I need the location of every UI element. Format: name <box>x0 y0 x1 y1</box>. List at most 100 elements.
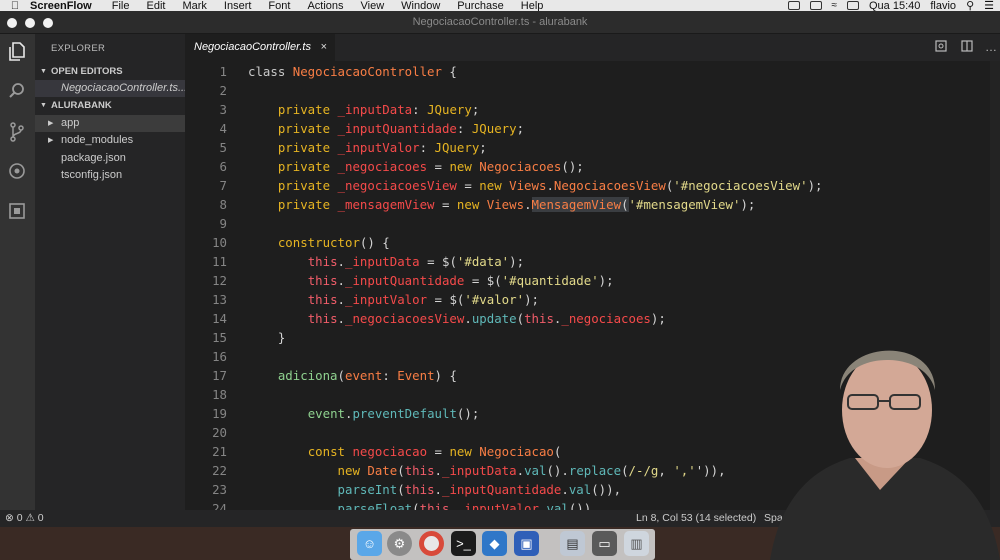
problems-status[interactable]: ⊗ 0 ⚠ 0 <box>5 510 44 527</box>
code-line[interactable]: 6 private _negociacoes = new Negociacoes… <box>185 157 1000 176</box>
project-section[interactable]: ▼ ALURABANK <box>35 97 185 114</box>
menu-view[interactable]: View <box>361 0 385 11</box>
line-number: 1 <box>219 64 227 79</box>
clock[interactable]: Qua 15:40 <box>869 0 920 11</box>
code-token: : <box>412 102 428 117</box>
extensions-icon[interactable] <box>6 202 28 224</box>
menu-edit[interactable]: Edit <box>146 0 165 11</box>
open-editors-section[interactable]: ▼ OPEN EDITORS <box>35 63 185 80</box>
code-token: . <box>337 292 345 307</box>
tab-negociacao-controller[interactable]: NegociacaoController.ts × <box>185 34 335 61</box>
line-number: 9 <box>219 216 227 231</box>
source-control-icon[interactable] <box>6 122 28 144</box>
menu-mark[interactable]: Mark <box>182 0 206 11</box>
more-actions-icon[interactable]: … <box>984 40 998 54</box>
apple-icon[interactable]:  <box>0 0 30 11</box>
chrome-icon[interactable] <box>419 531 444 556</box>
tree-item-package-json[interactable]: package.json <box>35 150 185 167</box>
tree-item-app[interactable]: ▶ app <box>35 115 185 132</box>
code-token: const <box>307 444 353 459</box>
open-changes-icon[interactable] <box>934 40 948 54</box>
tab-label: NegociacaoController.ts <box>194 41 311 53</box>
code-line[interactable]: 2 <box>185 81 1000 100</box>
code-token: . <box>546 178 554 193</box>
code-line[interactable]: 5 private _inputValor: JQuery; <box>185 138 1000 157</box>
terminal-icon[interactable]: >_ <box>451 531 476 556</box>
menu-purchase[interactable]: Purchase <box>457 0 503 11</box>
split-editor-icon[interactable] <box>960 40 974 54</box>
display-icon[interactable] <box>809 1 822 10</box>
network-icon[interactable]: ▭ <box>592 531 617 556</box>
menu-font[interactable]: Font <box>268 0 290 11</box>
line-number: 17 <box>212 368 227 383</box>
code-token: new <box>449 159 480 174</box>
close-icon[interactable]: × <box>321 34 327 61</box>
system-preferences-icon[interactable]: ⚙ <box>387 531 412 556</box>
code-token: { <box>441 64 457 79</box>
tree-item-tsconfig-json[interactable]: tsconfig.json <box>35 167 185 184</box>
code-token: /-/g <box>628 463 659 478</box>
code-line[interactable]: 3 private _inputData: JQuery; <box>185 100 1000 119</box>
code-token: _inputValor <box>337 140 420 155</box>
code-line[interactable]: 13 this._inputValor = $('#valor'); <box>185 290 1000 309</box>
user-name[interactable]: flavio <box>930 0 956 11</box>
code-line[interactable]: 12 this._inputQuantidade = $('#quantidad… <box>185 271 1000 290</box>
app-menu[interactable]: ScreenFlow <box>30 0 92 11</box>
notification-center-icon[interactable]: ☰ <box>984 0 994 11</box>
code-token: val <box>524 463 547 478</box>
code-token: ( <box>516 311 525 326</box>
menu-actions[interactable]: Actions <box>307 0 343 11</box>
code-line[interactable]: 11 this._inputData = $('#data'); <box>185 252 1000 271</box>
editor-tab-bar: NegociacaoController.ts × … <box>185 34 1000 61</box>
code-token: parseInt <box>337 482 398 497</box>
code-token: MensagemView <box>531 197 622 212</box>
open-editor-item[interactable]: NegociacaoController.ts... <box>35 80 185 97</box>
code-token: ); <box>524 292 539 307</box>
airplay-icon[interactable] <box>847 1 859 10</box>
explorer-title: EXPLORER <box>51 43 106 54</box>
debug-icon[interactable] <box>6 162 28 184</box>
screenflow-icon[interactable]: ▣ <box>514 531 539 556</box>
explorer-files-icon[interactable] <box>6 42 28 64</box>
line-number: 20 <box>212 425 227 440</box>
search-icon[interactable] <box>6 82 28 104</box>
code-token: private <box>277 178 338 193</box>
vscode-icon[interactable]: ◆ <box>482 531 507 556</box>
spotlight-search-icon[interactable]: ⚲ <box>966 0 974 11</box>
code-line[interactable]: 9 <box>185 214 1000 233</box>
cursor-position[interactable]: Ln 8, Col 53 (14 selected) <box>636 510 756 527</box>
code-token: _negociacoesView <box>345 311 465 326</box>
code-token: ); <box>807 178 823 193</box>
trash-icon[interactable]: ▥ <box>624 531 649 556</box>
code-token: adiciona <box>277 368 338 383</box>
code-token: preventDefault <box>352 406 457 421</box>
code-token: . <box>449 501 457 510</box>
code-token: : <box>419 140 435 155</box>
menu-window[interactable]: Window <box>401 0 440 11</box>
finder-icon[interactable]: ☺ <box>357 531 382 556</box>
code-line[interactable]: 4 private _inputQuantidade: JQuery; <box>185 119 1000 138</box>
code-token: ')), <box>695 463 726 478</box>
code-token: ( <box>397 463 405 478</box>
wifi-icon[interactable]: ≈ <box>832 0 838 11</box>
explorer-sidebar: EXPLORER ▼ OPEN EDITORS NegociacaoContro… <box>35 34 185 510</box>
code-token: _mensagemView <box>337 197 435 212</box>
menu-insert[interactable]: Insert <box>224 0 252 11</box>
code-token: private <box>277 140 338 155</box>
code-token: constructor <box>277 235 360 250</box>
code-line[interactable]: 14 this._negociacoesView.update(this._ne… <box>185 309 1000 328</box>
menu-help[interactable]: Help <box>521 0 544 11</box>
code-token: . <box>561 482 569 497</box>
code-line[interactable]: 10 constructor() { <box>185 233 1000 252</box>
preview-icon[interactable]: ▤ <box>560 531 585 556</box>
screenflow-status-icon[interactable] <box>787 1 800 10</box>
code-line[interactable]: 7 private _negociacoesView = new Views.N… <box>185 176 1000 195</box>
code-line[interactable]: 1 class NegociacaoController { <box>185 62 1000 81</box>
code-line[interactable]: 8 private _mensagemView = new Views.Mens… <box>185 195 1000 214</box>
menu-file[interactable]: File <box>112 0 130 11</box>
tree-item-node-modules[interactable]: ▶ node_modules <box>35 132 185 149</box>
